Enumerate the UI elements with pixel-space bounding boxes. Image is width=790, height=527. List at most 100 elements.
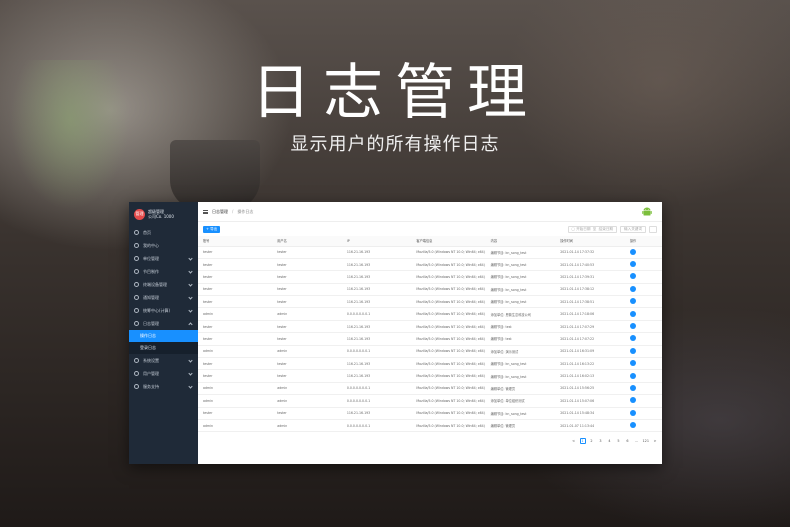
table-row[interactable]: tester tester 116.21.16.193 Mozilla/5.0 (Wi… — [198, 332, 662, 346]
pagination-item[interactable]: 121 — [643, 438, 649, 444]
sidebar-subitem-operation-log[interactable]: 操作日志 — [129, 330, 198, 342]
view-detail-icon[interactable] — [629, 422, 636, 429]
sidebar-item-label: 系统设置 — [143, 357, 159, 363]
table-row[interactable]: admin admin 0.0.0.0.0.0.0.1 Mozilla/5.0 (Wi… — [198, 307, 662, 321]
sidebar: 管理 超级管理 公司Co. 1000 首页 我的中心 单位管理 节目制作 终端设… — [129, 202, 198, 464]
pagination-item[interactable]: ... — [634, 438, 640, 444]
view-detail-icon[interactable] — [629, 397, 636, 404]
view-detail-icon[interactable] — [629, 360, 636, 367]
pagination-item[interactable]: 6 — [625, 438, 631, 444]
table-cell: 116.21.16.193 — [341, 270, 412, 284]
view-detail-icon[interactable] — [629, 384, 636, 391]
sidebar-item-settings[interactable]: 系统设置 — [129, 354, 198, 367]
table-cell: 编辑单位: 管理员 — [485, 382, 556, 396]
gear-icon — [134, 358, 139, 363]
table-cell: Mozilla/5.0 (Windows NT 10.0; Win64; x64… — [411, 246, 486, 259]
view-detail-icon[interactable] — [629, 285, 636, 292]
table-row[interactable]: admin admin 0.0.0.0.0.0.0.1 Mozilla/5.0 (Wi… — [198, 345, 662, 359]
start-date-input[interactable]: 开始日期 — [576, 227, 590, 232]
table-cell: 116.21.16.193 — [341, 369, 412, 383]
sidebar-item-devices[interactable]: 终端设备管理 — [129, 278, 198, 291]
table-cell: tester — [198, 283, 273, 297]
view-detail-icon[interactable] — [629, 409, 636, 416]
view-detail-icon[interactable] — [629, 372, 636, 379]
table-cell: 编辑节目: kn_song_test — [485, 295, 556, 309]
column-header: 用户名 — [272, 236, 342, 247]
table-row[interactable]: admin admin 0.0.0.0.0.0.0.1 Mozilla/5.0 (Wi… — [198, 419, 662, 433]
table-cell-action — [624, 320, 662, 334]
view-detail-icon[interactable] — [629, 347, 636, 354]
pagination-item[interactable]: 4 — [607, 438, 613, 444]
android-icon — [642, 207, 652, 216]
table-row[interactable]: tester tester 116.21.16.193 Mozilla/5.0 (Wi… — [198, 369, 662, 383]
main-content: 日志管理 / 操作日志 + 导出 ▢ 开始日期 至 结束日期 输入关键词 账号 … — [198, 202, 662, 464]
table-cell: 0.0.0.0.0.0.0.1 — [341, 382, 412, 396]
table-cell: 编辑节目: kn_song_test — [485, 357, 556, 371]
table-row[interactable]: tester tester 116.21.16.193 Mozilla/5.0 (Wi… — [198, 258, 662, 272]
table-cell: 116.21.16.193 — [341, 258, 412, 272]
pagination-item[interactable]: 2 — [589, 438, 595, 444]
table-row[interactable]: tester tester 116.21.16.193 Mozilla/5.0 (Wi… — [198, 320, 662, 334]
sidebar-item-programs[interactable]: 节目制作 — [129, 265, 198, 278]
view-detail-icon[interactable] — [629, 335, 636, 342]
table-cell: Mozilla/5.0 (Windows NT 10.0; Win64; x64… — [411, 295, 486, 309]
chevron-down-icon — [188, 358, 193, 363]
table-row[interactable]: tester tester 116.21.16.193 Mozilla/5.0 (Wi… — [198, 357, 662, 371]
sidebar-item-users[interactable]: 用户管理 — [129, 367, 198, 380]
table-row[interactable]: tester tester 116.21.16.193 Mozilla/5.0 (Wi… — [198, 246, 662, 259]
view-detail-icon[interactable] — [629, 298, 636, 305]
table-cell: 2021-01-14 17:18:06 — [555, 307, 625, 321]
pagination-item[interactable]: 1 — [579, 438, 586, 444]
view-detail-icon[interactable] — [629, 248, 636, 255]
sidebar-item-logs[interactable]: 日志管理 — [129, 317, 198, 330]
table-cell: Mozilla/5.0 (Windows NT 10.0; Win64; x64… — [411, 307, 486, 321]
sidebar-item-notices[interactable]: 通知管理 — [129, 291, 198, 304]
view-detail-icon[interactable] — [629, 261, 636, 268]
table-row[interactable]: admin admin 0.0.0.0.0.0.0.1 Mozilla/5.0 (Wi… — [198, 382, 662, 396]
table-cell: admin — [272, 307, 342, 321]
search-input[interactable]: 输入关键词 — [620, 225, 646, 233]
table-row[interactable]: tester tester 116.21.16.193 Mozilla/5.0 (Wi… — [198, 407, 662, 420]
pagination-item[interactable]: < — [571, 438, 577, 444]
view-detail-icon[interactable] — [629, 310, 636, 317]
chart-icon — [134, 308, 139, 313]
pagination-item[interactable]: > — [652, 438, 658, 444]
table-header-row: 账号 用户名 IP 客户端信息 内容 操作时间 操作 — [198, 236, 662, 247]
table-row[interactable]: tester tester 116.21.16.193 Mozilla/5.0 (Wi… — [198, 295, 662, 309]
view-detail-icon[interactable] — [629, 323, 636, 330]
table-row[interactable]: tester tester 116.21.16.193 Mozilla/5.0 (Wi… — [198, 283, 662, 297]
pagination-item[interactable]: 5 — [616, 438, 622, 444]
hamburger-icon[interactable] — [203, 209, 208, 214]
table-cell-action — [624, 369, 662, 383]
pagination-item[interactable]: 3 — [598, 438, 604, 444]
chevron-down-icon — [188, 371, 193, 376]
user-panel[interactable]: 管理 超级管理 公司Co. 1000 — [129, 202, 198, 226]
sidebar-item-label: 单位管理 — [143, 255, 159, 261]
table-cell: 116.21.16.193 — [341, 246, 412, 259]
table-row[interactable]: tester tester 116.21.16.193 Mozilla/5.0 (Wi… — [198, 270, 662, 284]
end-date-input[interactable]: 结束日期 — [599, 227, 613, 232]
view-detail-icon[interactable] — [629, 273, 636, 280]
sidebar-item-label: 日志管理 — [143, 320, 159, 326]
table-cell: admin — [272, 345, 342, 359]
sidebar-item-units[interactable]: 单位管理 — [129, 252, 198, 265]
table-cell: tester — [272, 283, 342, 297]
sidebar-item-label: 节目制作 — [143, 268, 159, 274]
table-cell-action — [624, 258, 662, 272]
export-button[interactable]: + 导出 — [203, 225, 221, 233]
sidebar-item-support[interactable]: 服务支持 — [129, 380, 198, 393]
column-header: 操作 — [624, 236, 662, 247]
table-cell: 2021-01-14 15:48:34 — [555, 407, 625, 420]
sidebar-subitem-login-log[interactable]: 登录日志 — [129, 342, 198, 354]
sidebar-item-my-center[interactable]: 我的中心 — [129, 239, 198, 252]
table-cell: tester — [198, 258, 273, 272]
sidebar-item-stats[interactable]: 统筹中心(计算) — [129, 304, 198, 317]
table-cell-action — [624, 345, 662, 359]
sidebar-item-home[interactable]: 首页 — [129, 226, 198, 239]
breadcrumb-first[interactable]: 日志管理 — [212, 209, 228, 215]
table-cell: tester — [272, 332, 342, 346]
search-button[interactable] — [649, 225, 657, 233]
date-range-picker[interactable]: ▢ 开始日期 至 结束日期 — [567, 225, 618, 233]
table-cell: tester — [272, 357, 342, 371]
table-row[interactable]: admin admin 0.0.0.0.0.0.0.1 Mozilla/5.0 (Wi… — [198, 394, 662, 408]
